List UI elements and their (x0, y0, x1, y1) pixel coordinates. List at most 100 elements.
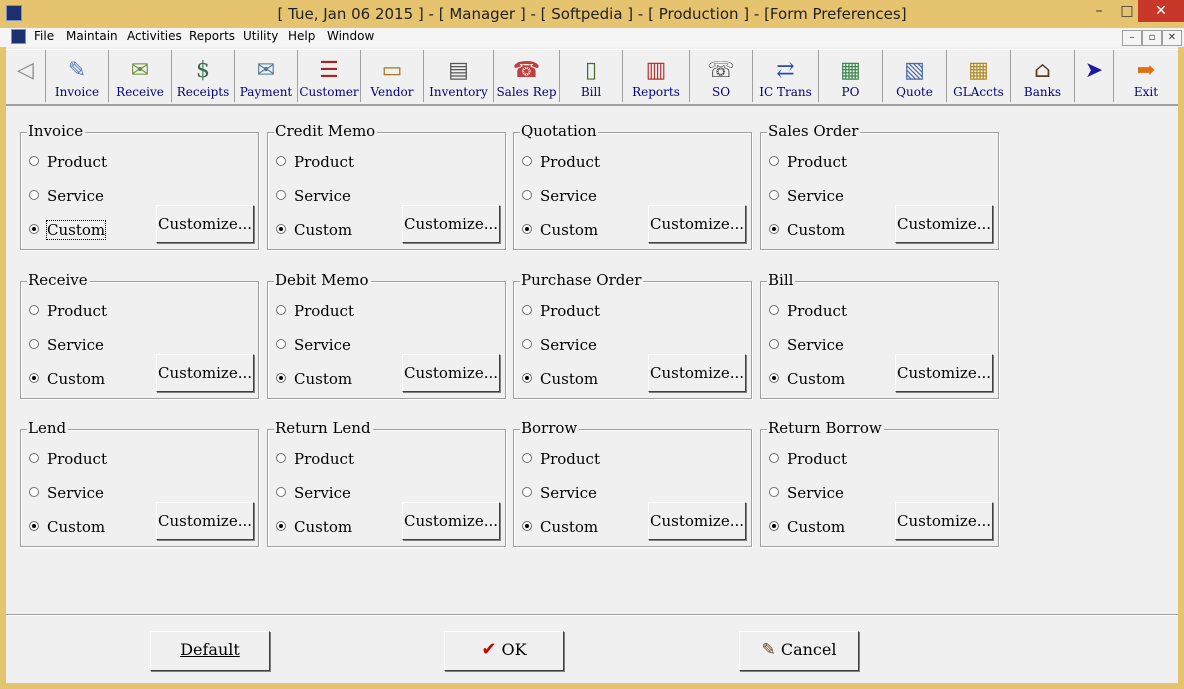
toolbar-ic-trans-button[interactable]: ⇄ IC Trans (753, 50, 819, 102)
toolbar-glaccts-button[interactable]: ▦ GLAccts (947, 50, 1011, 102)
document-icon[interactable] (11, 29, 26, 44)
ok-button[interactable]: ✔ OK (444, 631, 564, 671)
default-button[interactable]: Default (150, 631, 270, 671)
radio-product[interactable]: Product (769, 450, 847, 468)
radio-service[interactable]: Service (522, 187, 597, 205)
radio-product[interactable]: Product (29, 302, 107, 320)
toolbar-customer-button[interactable]: ☰ Customer (298, 50, 361, 102)
radio-checked-icon[interactable] (522, 521, 532, 531)
radio-service[interactable]: Service (276, 484, 351, 502)
radio-checked-icon[interactable] (29, 224, 39, 234)
close-button[interactable]: ✕ (1138, 0, 1184, 22)
radio-checked-icon[interactable] (276, 224, 286, 234)
cancel-button[interactable]: ✎ Cancel (739, 631, 859, 671)
radio-icon[interactable] (769, 339, 779, 349)
radio-service[interactable]: Service (769, 336, 844, 354)
radio-custom[interactable]: Custom (29, 220, 107, 240)
customize-button[interactable]: Customize... (648, 502, 746, 540)
customize-button[interactable]: Customize... (156, 205, 254, 243)
radio-checked-icon[interactable] (276, 373, 286, 383)
radio-product[interactable]: Product (276, 153, 354, 171)
customize-button[interactable]: Customize... (156, 502, 254, 540)
radio-icon[interactable] (276, 453, 286, 463)
document-close-button[interactable]: ✕ (1162, 30, 1182, 46)
menu-file[interactable]: File (34, 29, 54, 43)
radio-custom[interactable]: Custom (522, 370, 598, 388)
toolbar-bill-button[interactable]: ▯ Bill (560, 50, 623, 102)
radio-icon[interactable] (276, 156, 286, 166)
radio-icon[interactable] (29, 487, 39, 497)
customize-button[interactable]: Customize... (648, 205, 746, 243)
radio-custom[interactable]: Custom (29, 370, 105, 388)
radio-icon[interactable] (29, 156, 39, 166)
radio-service[interactable]: Service (29, 187, 104, 205)
toolbar-receipts-button[interactable]: $ Receipts (172, 50, 235, 102)
toolbar-po-button[interactable]: ▦ PO (819, 50, 883, 102)
customize-button[interactable]: Customize... (895, 502, 993, 540)
toolbar-vendor-button[interactable]: ▭ Vendor (361, 50, 424, 102)
toolbar-banks-button[interactable]: ⌂ Banks (1011, 50, 1075, 102)
toolbar-sales-rep-button[interactable]: ☎ Sales Rep (494, 50, 560, 102)
radio-icon[interactable] (769, 453, 779, 463)
toolbar-receive-button[interactable]: ✉ Receive (109, 50, 172, 102)
radio-icon[interactable] (522, 156, 532, 166)
radio-icon[interactable] (276, 190, 286, 200)
radio-checked-icon[interactable] (769, 373, 779, 383)
menu-reports[interactable]: Reports (189, 29, 235, 43)
radio-service[interactable]: Service (769, 484, 844, 502)
radio-checked-icon[interactable] (29, 373, 39, 383)
radio-product[interactable]: Product (29, 450, 107, 468)
toolbar-back-button[interactable]: ◁ (6, 50, 46, 102)
radio-checked-icon[interactable] (769, 521, 779, 531)
toolbar-payment-button[interactable]: ✉ Payment (235, 50, 298, 102)
radio-service[interactable]: Service (276, 336, 351, 354)
radio-checked-icon[interactable] (29, 521, 39, 531)
customize-button[interactable]: Customize... (895, 354, 993, 392)
toolbar-reports-button[interactable]: ▥ Reports (623, 50, 690, 102)
radio-icon[interactable] (522, 190, 532, 200)
toolbar-forward-button[interactable]: ➤ (1075, 50, 1114, 102)
menu-utility[interactable]: Utility (243, 29, 278, 43)
customize-button[interactable]: Customize... (156, 354, 254, 392)
radio-icon[interactable] (522, 339, 532, 349)
radio-custom[interactable]: Custom (522, 518, 598, 536)
radio-service[interactable]: Service (29, 336, 104, 354)
minimize-button[interactable]: – (1084, 0, 1114, 22)
radio-checked-icon[interactable] (522, 224, 532, 234)
radio-product[interactable]: Product (276, 302, 354, 320)
radio-icon[interactable] (522, 453, 532, 463)
radio-product[interactable]: Product (522, 450, 600, 468)
customize-button[interactable]: Customize... (402, 205, 500, 243)
customize-button[interactable]: Customize... (895, 205, 993, 243)
radio-custom[interactable]: Custom (769, 221, 845, 239)
radio-checked-icon[interactable] (522, 373, 532, 383)
radio-product[interactable]: Product (522, 302, 600, 320)
radio-icon[interactable] (29, 305, 39, 315)
radio-product[interactable]: Product (769, 153, 847, 171)
radio-product[interactable]: Product (276, 450, 354, 468)
radio-product[interactable]: Product (522, 153, 600, 171)
toolbar-inventory-button[interactable]: ▤ Inventory (424, 50, 494, 102)
menu-help[interactable]: Help (288, 29, 315, 43)
radio-custom[interactable]: Custom (522, 221, 598, 239)
radio-custom[interactable]: Custom (276, 370, 352, 388)
radio-product[interactable]: Product (769, 302, 847, 320)
menu-window[interactable]: Window (327, 29, 374, 43)
menu-activities[interactable]: Activities (127, 29, 182, 43)
radio-service[interactable]: Service (276, 187, 351, 205)
toolbar-exit-button[interactable]: ➡ Exit (1114, 50, 1178, 102)
radio-service[interactable]: Service (522, 484, 597, 502)
radio-custom[interactable]: Custom (276, 221, 352, 239)
radio-checked-icon[interactable] (276, 521, 286, 531)
radio-icon[interactable] (522, 487, 532, 497)
radio-icon[interactable] (276, 305, 286, 315)
radio-icon[interactable] (769, 156, 779, 166)
radio-icon[interactable] (29, 339, 39, 349)
radio-icon[interactable] (29, 190, 39, 200)
radio-icon[interactable] (276, 487, 286, 497)
title-bar[interactable]: [ Tue, Jan 06 2015 ] - [ Manager ] - [ S… (0, 0, 1184, 29)
radio-icon[interactable] (276, 339, 286, 349)
toolbar-quote-button[interactable]: ▧ Quote (883, 50, 947, 102)
radio-service[interactable]: Service (769, 187, 844, 205)
customize-button[interactable]: Customize... (402, 502, 500, 540)
